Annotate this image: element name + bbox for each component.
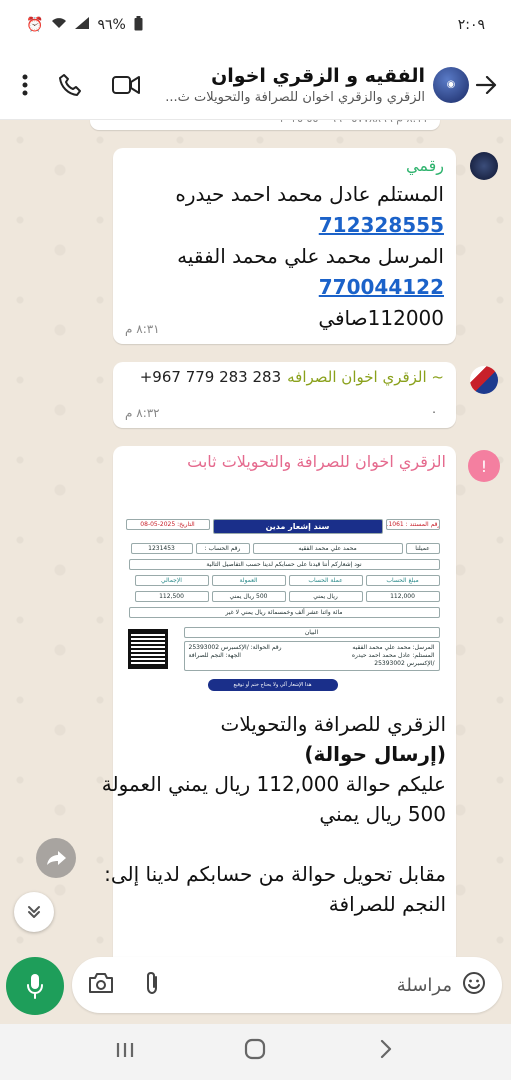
message-composer <box>0 956 511 1018</box>
doc-col-amount: مبلغ الحساب <box>365 575 440 586</box>
chevron-right-icon <box>380 1039 391 1059</box>
sender-avatar[interactable]: ! <box>468 450 500 482</box>
doc-ref-line-2: /الإكسبرس 25393002 <box>374 660 435 667</box>
header-actions <box>0 73 140 97</box>
message-time: ٨:٣٢ م <box>125 406 160 420</box>
doc-col-total: الإجمالي <box>134 575 209 586</box>
doc-col-fee: العمولة <box>211 575 286 586</box>
message-input-box <box>72 957 502 1013</box>
camera-icon[interactable] <box>88 972 114 998</box>
message-text: الزقري للصرافة والتحويلات (إرسال حوالة) … <box>101 709 447 919</box>
message-line: مقابل تحويل حوالة من حسابكم لدينا إلى: <box>104 862 446 886</box>
doc-client-name: محمد علي محمد الفقيه <box>252 543 403 554</box>
phone-link[interactable]: 770044122 <box>125 272 444 303</box>
message-bubble[interactable]: الزقري اخوان للصرافة والتحويلات ثابت رقم… <box>101 446 456 960</box>
battery-icon <box>134 15 143 35</box>
message-line: النجم للصرافة <box>328 892 446 916</box>
message-line: المستلم عادل محمد احمد حيدره <box>175 182 444 206</box>
voice-call-icon[interactable] <box>58 73 82 97</box>
doc-sender-line: المرسل: محمد علي محمد الفقيه <box>352 644 435 651</box>
double-chevron-down-icon <box>28 906 40 918</box>
chat-area[interactable]: ٨:١١ م ٠٥٧٧٨٨٩٩ ٥٥٠٠٦٦ ٢٠٢٥ رقمي المستلم… <box>0 120 511 960</box>
sender-phone[interactable]: +967 779 283 283 <box>140 368 281 386</box>
chat-subtitle: الزقري والزقري اخوان للصرافة والتحويلات … <box>165 89 425 105</box>
doc-val-fee: 500 ريال يمني <box>211 591 286 602</box>
message-line: عليكم حوالة 112,000 ريال يمني العمولة <box>101 772 446 796</box>
emoji-icon[interactable] <box>462 971 486 999</box>
message-input[interactable] <box>170 974 452 996</box>
sender-avatar[interactable] <box>470 366 498 394</box>
status-bar: ⏰ ٩٦% ٢:٠٩ <box>0 0 511 50</box>
attach-icon[interactable] <box>144 970 160 1000</box>
previous-message-stub: ٨:١١ م ٠٥٧٧٨٨٩٩ ٥٥٠٠٦٦ ٢٠٢٥ <box>90 120 440 130</box>
more-options-icon[interactable] <box>22 74 28 96</box>
message-sender[interactable]: رقمي <box>125 156 444 175</box>
alarm-icon: ⏰ <box>26 17 44 33</box>
status-icons: ⏰ ٩٦% <box>26 15 143 35</box>
chat-title-block[interactable]: الفقيه و الزقري اخوان الزقري والزقري اخو… <box>140 65 433 105</box>
doc-account-number: 1231453 <box>130 543 193 554</box>
message-sender[interactable]: ~ الزقري اخوان الصرافه <box>287 368 444 386</box>
doc-val-currency: ريال يمني <box>288 591 363 602</box>
doc-title: سند إشعار مدين <box>212 519 383 534</box>
doc-notice: نود إشعاركم أننا قيدنا على حسابكم لدينا … <box>128 559 440 570</box>
doc-footer: هذا الإشعار آلي ولا يحتاج ختم أو توقيع <box>207 679 338 691</box>
message-sender[interactable]: الزقري اخوان للصرافة والتحويلات ثابت <box>123 452 446 471</box>
receipt-image[interactable]: رقم المستند : 11061 سند إشعار مدين التار… <box>123 479 446 701</box>
message-body: . <box>432 402 436 416</box>
doc-client-label: عميلنا <box>405 543 440 554</box>
battery-percent: ٩٦% <box>97 17 126 33</box>
chat-title: الفقيه و الزقري اخوان <box>211 64 425 87</box>
home-icon <box>245 1038 266 1060</box>
doc-account-label: رقم الحساب : <box>195 543 250 554</box>
back-button[interactable] <box>469 75 503 94</box>
signal-icon <box>75 17 90 33</box>
video-call-icon[interactable] <box>112 75 140 95</box>
arrow-icon <box>475 75 497 94</box>
doc-col-currency: عملة الحساب <box>288 575 363 586</box>
home-button[interactable] <box>235 1038 275 1066</box>
doc-val-total: 112,500 <box>134 591 209 602</box>
sender-avatar[interactable] <box>470 152 498 180</box>
mic-icon <box>27 974 43 999</box>
doc-amount-words: مائة واثنا عشر ألف وخمسمائة ريال يمني لا… <box>128 607 440 618</box>
message-line <box>123 829 446 859</box>
doc-receiver-line: المستلم: عادل محمد احمد حيدره <box>351 652 435 659</box>
doc-dest-line: الجهة: النجم للصرافة <box>188 652 241 659</box>
chat-header: الفقيه و الزقري اخوان الزقري والزقري اخو… <box>0 50 511 120</box>
doc-ref-line: رقم الحوالة: /الإكسبرس 25393002 <box>188 644 282 651</box>
doc-number: رقم المستند : 11061 <box>385 519 440 530</box>
group-avatar[interactable]: ◉ <box>433 66 469 103</box>
message-line: 112000صافي <box>318 306 444 330</box>
forward-button[interactable] <box>36 838 76 878</box>
message-line: (إرسال حوالة) <box>304 742 446 766</box>
doc-val-amount: 112,000 <box>365 591 440 602</box>
voice-record-button[interactable] <box>6 957 64 1015</box>
message-line: المرسل محمد علي محمد الفقيه <box>177 244 444 268</box>
status-time: ٢:٠٩ <box>457 17 485 33</box>
message-time: ٨:٣١ م <box>125 322 160 336</box>
scroll-down-button[interactable] <box>14 892 54 932</box>
message-line: الزقري للصرافة والتحويلات <box>220 712 447 736</box>
forward-icon <box>47 851 66 865</box>
message-bubble[interactable]: رقمي المستلم عادل محمد احمد حيدره 712328… <box>113 148 456 344</box>
message-bubble[interactable]: ~ الزقري اخوان الصرافه +967 779 283 283 … <box>113 362 456 428</box>
phone-link[interactable]: 712328555 <box>125 210 444 241</box>
back-nav-button[interactable] <box>366 1039 406 1065</box>
recent-apps-button[interactable] <box>105 1040 145 1065</box>
qr-code-icon <box>127 629 168 669</box>
system-nav-bar <box>0 1024 511 1080</box>
wifi-icon <box>51 17 67 33</box>
doc-date: التاريخ: 2025-05-08 <box>125 519 210 530</box>
recent-apps-icon <box>117 1042 134 1057</box>
doc-desc-label: البيان <box>183 627 440 638</box>
message-line: 500 ريال يمني <box>319 802 446 826</box>
